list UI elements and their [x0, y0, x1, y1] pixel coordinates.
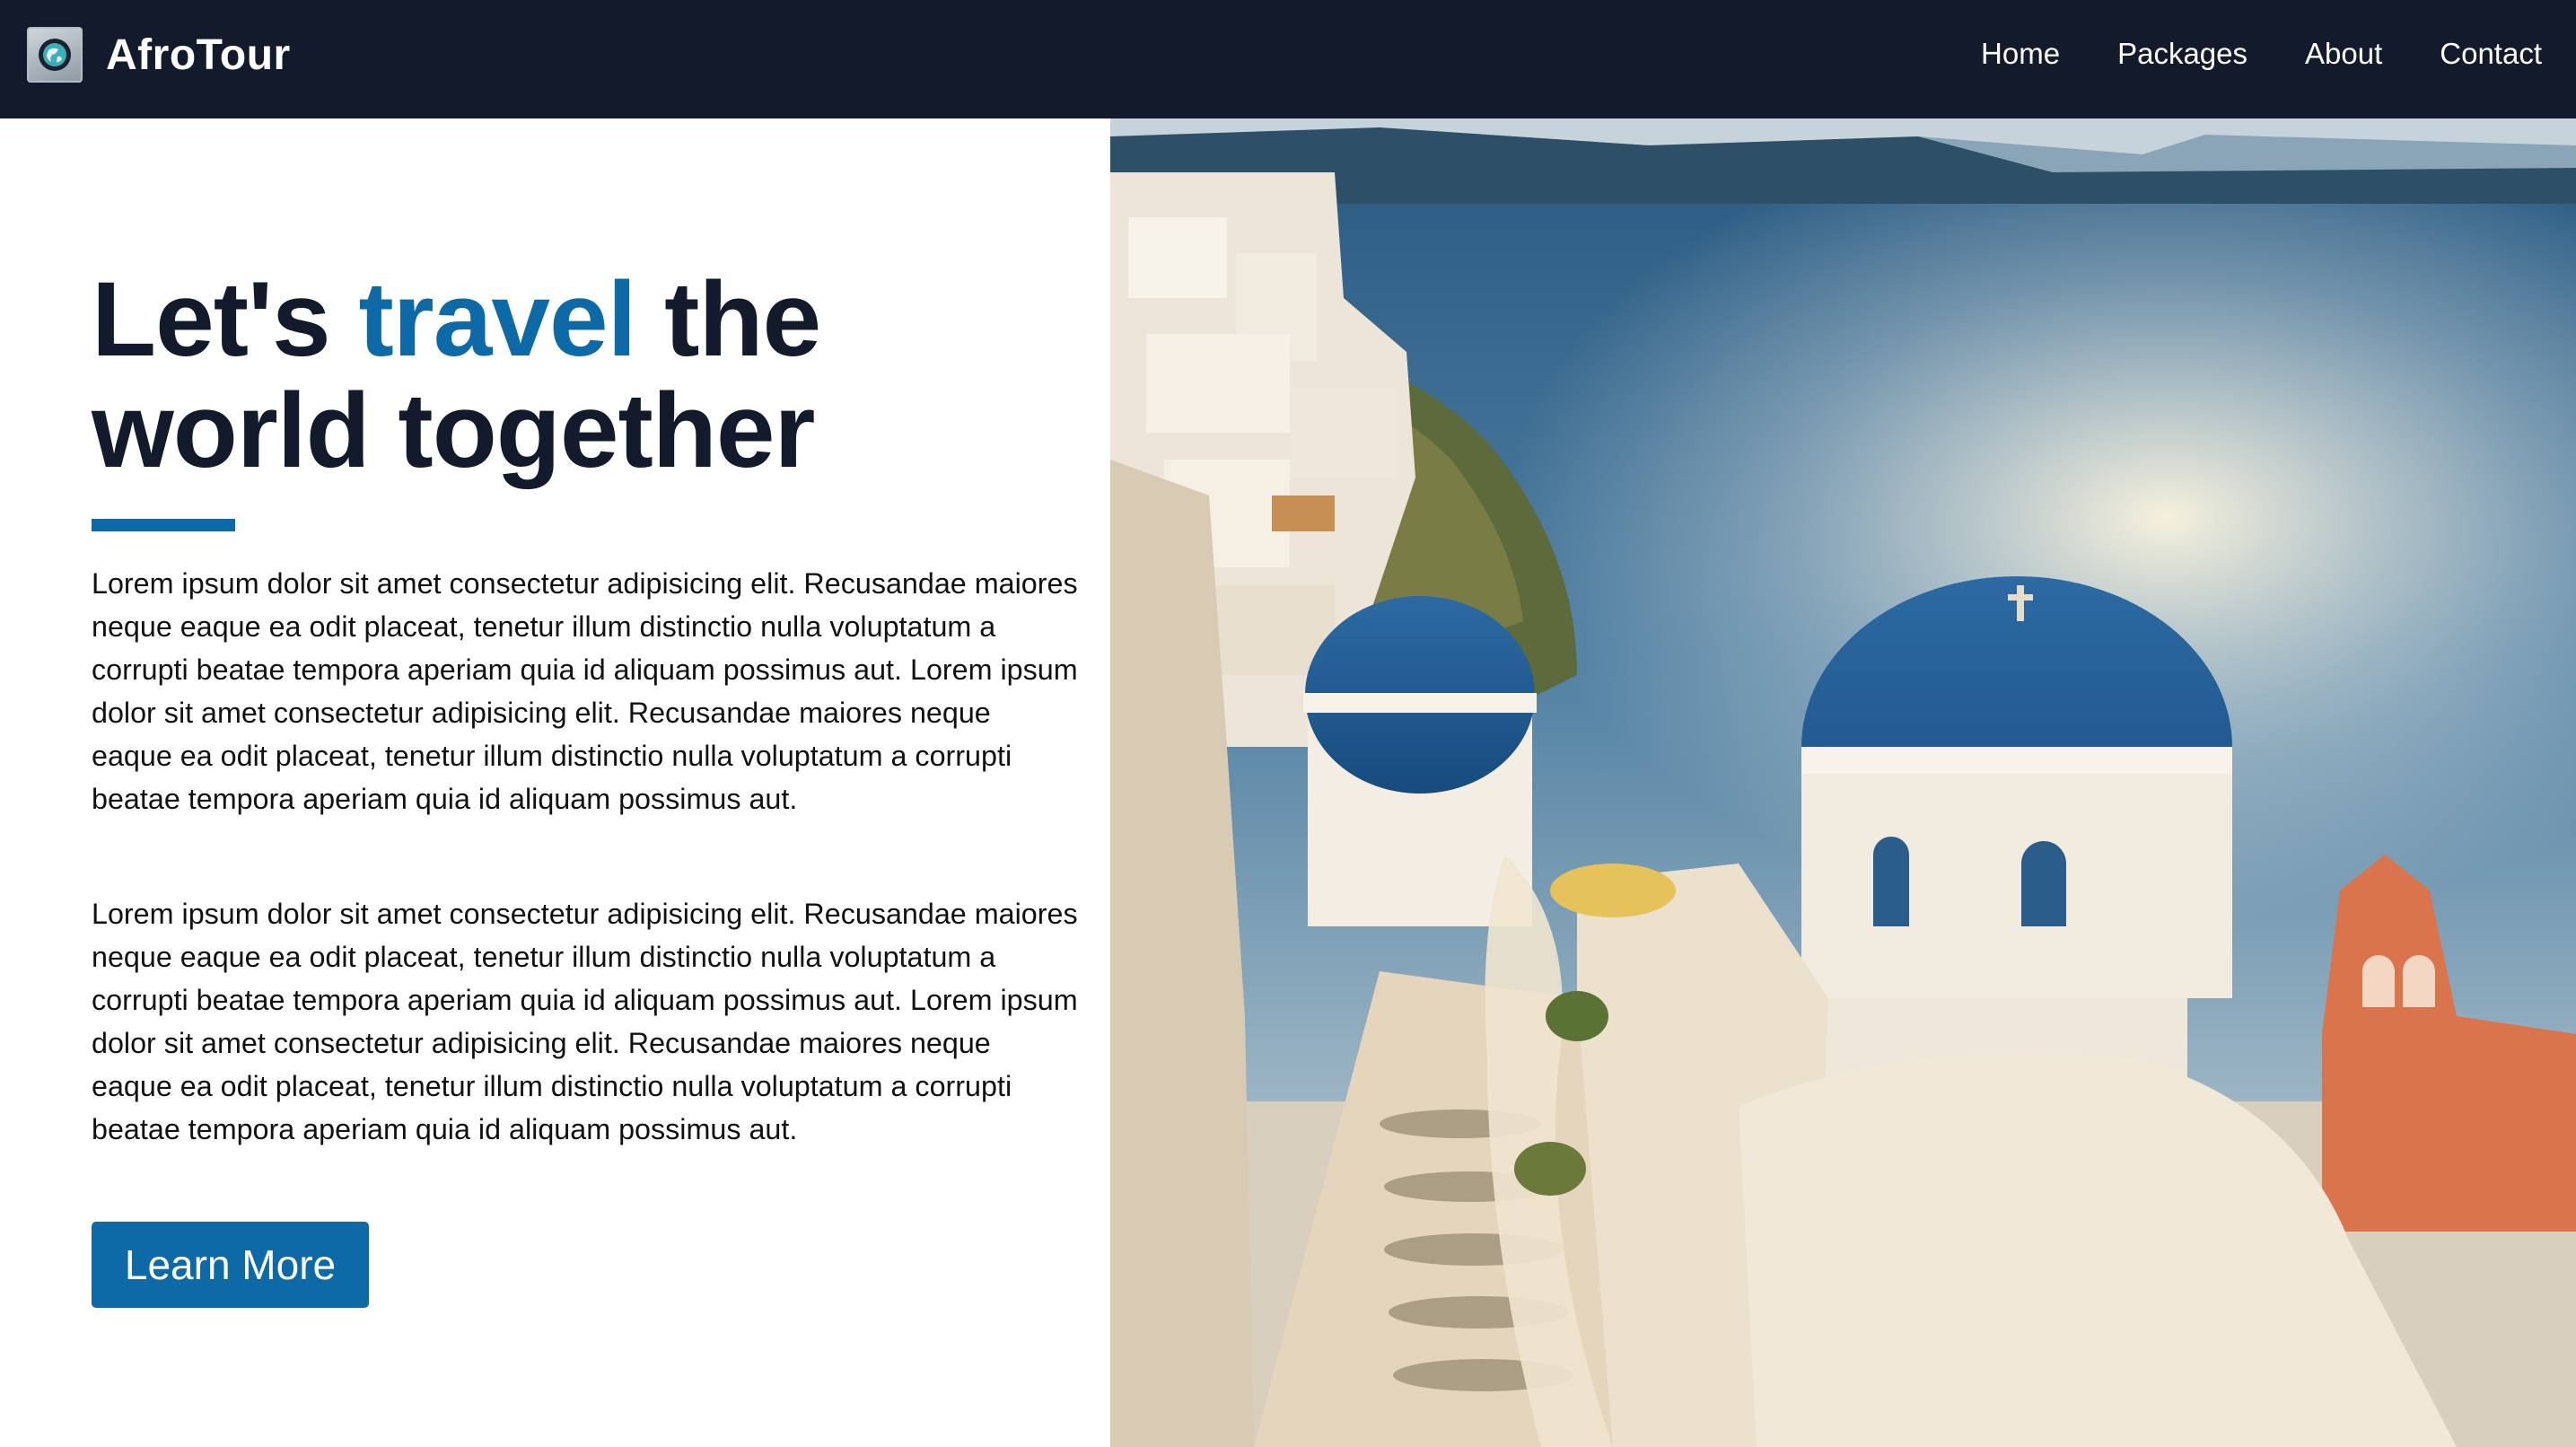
brand-name: AfroTour [106, 31, 291, 79]
learn-more-button[interactable]: Learn More [92, 1222, 369, 1308]
top-navbar: AfroTour Home Packages About Contact [0, 0, 2576, 118]
hero-title-start: Let's [92, 260, 359, 379]
santorini-photo [1110, 118, 2576, 1447]
hero-title: Let's travel the world together [92, 264, 1079, 487]
hero-content: Let's travel the world together Lorem ip… [0, 118, 1110, 1447]
nav-link-home[interactable]: Home [1981, 31, 2060, 77]
hero-paragraph: Lorem ipsum dolor sit amet consectetur a… [92, 567, 1078, 815]
hero-title-accent: travel [358, 260, 636, 379]
nav-link-packages[interactable]: Packages [2117, 31, 2247, 77]
nav-link-about[interactable]: About [2305, 31, 2382, 77]
title-underline [92, 519, 235, 531]
nav-menu: Home Packages About Contact [1923, 31, 2542, 77]
hero-paragraph: Lorem ipsum dolor sit amet consectetur a… [92, 898, 1078, 1145]
nav-link-contact[interactable]: Contact [2440, 31, 2542, 77]
brand[interactable]: AfroTour [27, 25, 291, 84]
globe-logo-icon [27, 27, 83, 83]
